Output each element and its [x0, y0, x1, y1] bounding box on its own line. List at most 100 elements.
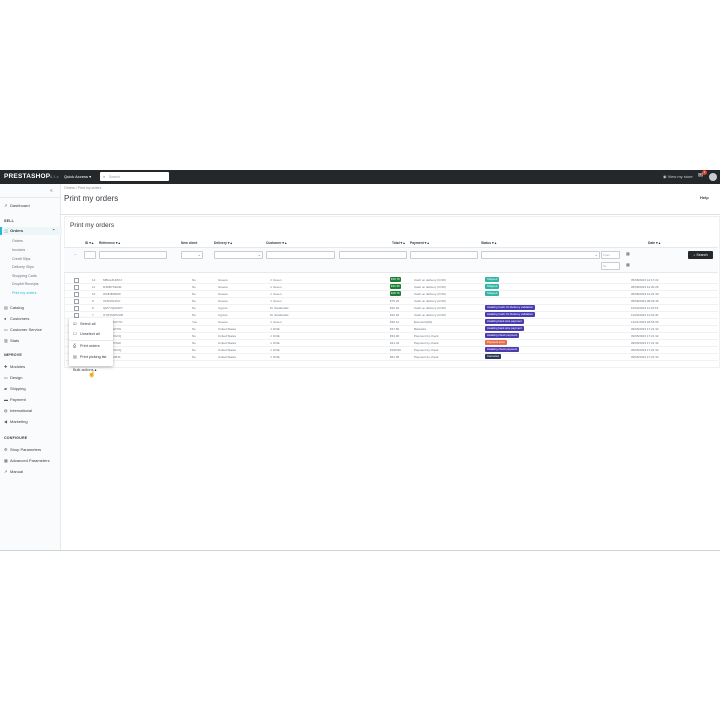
col-header-delivery[interactable]: Delivery ▾ ▴ [214, 241, 232, 245]
bulk-select-all[interactable]: ☑ Select all [73, 321, 95, 326]
sidebar-sub-orders[interactable]: Orders [12, 239, 23, 243]
col-header-payment[interactable]: Payment ▾ ▴ [410, 241, 429, 245]
sidebar-item-label: Dashboard [10, 203, 30, 208]
breadcrumb[interactable]: Orders / Print my orders [64, 186, 101, 190]
row-checkbox[interactable] [74, 291, 79, 297]
cell-new-client: No [192, 277, 196, 282]
col-header-date[interactable]: Date ▾ ▴ [648, 241, 660, 245]
cell-id: 12 [92, 277, 96, 282]
filter-customer-input[interactable] [266, 251, 335, 259]
sidebar-item-manual[interactable]: ↗ Manual [4, 469, 23, 474]
sidebar-item-label: International [10, 408, 33, 413]
row-checkbox[interactable] [74, 312, 79, 318]
cell-new-client: No [192, 347, 196, 352]
filter-new-client-select[interactable] [181, 251, 203, 259]
status-badge[interactable]: Awaiting check payment [485, 332, 520, 338]
sidebar-item-dashboard[interactable]: ↗ Dashboard [4, 203, 30, 208]
col-header-total[interactable]: Total ▾ ▴ [392, 241, 405, 245]
cell-id: 7 [92, 312, 94, 317]
row-checkbox[interactable] [74, 298, 79, 304]
collapse-sidebar-icon[interactable]: « [50, 188, 53, 194]
sidebar-item-design[interactable]: ▭ Design [4, 375, 22, 380]
col-header-reference[interactable]: Reference ▾ ▴ [99, 241, 120, 245]
filter-total-input[interactable] [339, 251, 407, 259]
sidebar-item-stats[interactable]: ▥ Stats [4, 338, 19, 343]
status-badge[interactable]: Awaiting bank wire payment [485, 325, 524, 331]
col-header-customer[interactable]: Customer ▾ ▴ [266, 241, 287, 245]
filter-delivery-select[interactable] [214, 251, 263, 259]
bulk-print-orders[interactable]: ⎙ Print orders [73, 344, 100, 348]
row-checkbox[interactable] [74, 284, 79, 290]
status-badge[interactable]: Awaiting check payment [485, 346, 520, 352]
quick-access-menu[interactable]: Quick Access ▾ [64, 174, 91, 179]
cell-delivery: Greece [218, 277, 228, 282]
filter-date-from-input[interactable]: From [601, 251, 620, 259]
status-badge[interactable]: Payment error [485, 339, 507, 345]
sidebar-item-payment[interactable]: ▬ Payment [4, 397, 26, 402]
sidebar-item-marketing[interactable]: ◀ Marketing [4, 419, 28, 424]
search-input[interactable]: ⌕ Search [100, 172, 169, 181]
cell-payment: Cash on delivery (COD) [414, 305, 446, 310]
cell-delivery: Greece [218, 284, 228, 289]
search-placeholder: Search [109, 174, 121, 179]
cell-customer: J. DOE [270, 354, 280, 359]
cell-customer: J. DOE [270, 340, 280, 345]
status-badge[interactable]: Awaiting Cash On Delivery validation [485, 311, 535, 317]
calendar-to-icon[interactable]: ▦ [626, 262, 630, 267]
cell-reference: UYRXMWUAB [103, 312, 123, 317]
table-row[interactable]: 1XKBKNABJKNoUnited StatesJ. DOE€61.05Pay… [64, 353, 718, 361]
filter-payment-input[interactable] [410, 251, 478, 259]
cell-payment: Payment by check [414, 333, 439, 338]
cell-id: 11 [92, 284, 96, 289]
status-badge[interactable]: Awaiting Cash On Delivery validation [485, 304, 535, 310]
cell-new-client: Yes [192, 319, 197, 324]
sidebar-item-modules[interactable]: ✚ Modules [4, 364, 25, 369]
sidebar-sub-print-my-orders[interactable]: Print my orders [12, 291, 36, 295]
sidebar-item-catalog[interactable]: ▤ Catalog [4, 305, 24, 310]
row-checkbox[interactable] [74, 277, 79, 283]
top-bar: PRESTASHOP 8.1.x Quick Access ▾ ⌕ Search… [0, 170, 720, 184]
status-badge[interactable]: Awaiting bank wire payment [485, 318, 524, 324]
cell-delivery: United States [218, 326, 237, 331]
cell-delivery: Cyprus [218, 305, 228, 310]
view-store-link[interactable]: ◉ View my store [663, 174, 693, 179]
sidebar-sub-invoices[interactable]: Invoices [12, 248, 25, 252]
sidebar-sub-delivery-slips[interactable]: Delivery Slips [12, 265, 34, 269]
sidebar-item-shipping[interactable]: ▰ Shipping [4, 386, 26, 391]
status-badge[interactable]: Shipped [485, 290, 500, 296]
prestashop-logo[interactable]: PRESTASHOP [4, 173, 50, 180]
sidebar-item-customers[interactable]: ● Customers [4, 316, 29, 321]
checkbox-empty-icon: ☐ [73, 332, 77, 336]
filter-id-input[interactable] [84, 251, 96, 259]
sidebar-item-advanced-parameters[interactable]: ▦ Advanced Parameters [4, 458, 50, 463]
status-badge[interactable]: Shipped [485, 283, 500, 289]
col-header-status[interactable]: Status ▾ ▴ [481, 241, 496, 245]
filter-reference-input[interactable] [99, 251, 167, 259]
cell-reference: XFRIJWJGO [103, 298, 121, 303]
sidebar-item-orders[interactable]: 🛒Orders ⌃ [4, 228, 55, 233]
help-button[interactable]: Help [700, 195, 709, 200]
sidebar-sub-shopping-carts[interactable]: Shopping Carts [12, 274, 37, 278]
cell-id: 10 [92, 291, 96, 296]
sidebar-sub-credit-slips[interactable]: Credit Slips [12, 257, 30, 261]
sidebar-item-international[interactable]: ◍ International [4, 408, 32, 413]
bulk-unselect-all[interactable]: ☐ Unselect all [73, 331, 100, 336]
status-badge[interactable]: Shipped [485, 276, 500, 282]
search-button[interactable]: ⌕ Search [688, 251, 713, 259]
col-header-id[interactable]: ID ▾ ▴ [85, 241, 93, 245]
filter-date-to-input[interactable]: To [601, 262, 620, 270]
sidebar-sub-dropbit-receipts[interactable]: Dropbit Receipts [12, 282, 39, 286]
cell-date: 09/05/2023 17:21:32 [631, 326, 659, 331]
sidebar-item-shop-parameters[interactable]: ⚙ Shop Parameters [4, 447, 41, 452]
filter-status-select[interactable] [481, 251, 600, 259]
sidebar-item-customer-service[interactable]: ▭ Customer Service [4, 327, 42, 332]
row-checkbox[interactable] [74, 305, 79, 311]
profile-avatar[interactable] [709, 173, 717, 181]
sidebar-item-label: Marketing [10, 419, 28, 424]
select-all-toggle[interactable]: – [74, 251, 79, 256]
status-badge[interactable]: Canceled [485, 353, 501, 359]
cell-total: €41.34 [390, 340, 400, 345]
sidebar-item-label: Customers [10, 316, 30, 321]
bulk-print-picking-list[interactable]: ▤ Print picking list [73, 354, 106, 359]
calendar-from-icon[interactable]: ▦ [626, 251, 630, 256]
